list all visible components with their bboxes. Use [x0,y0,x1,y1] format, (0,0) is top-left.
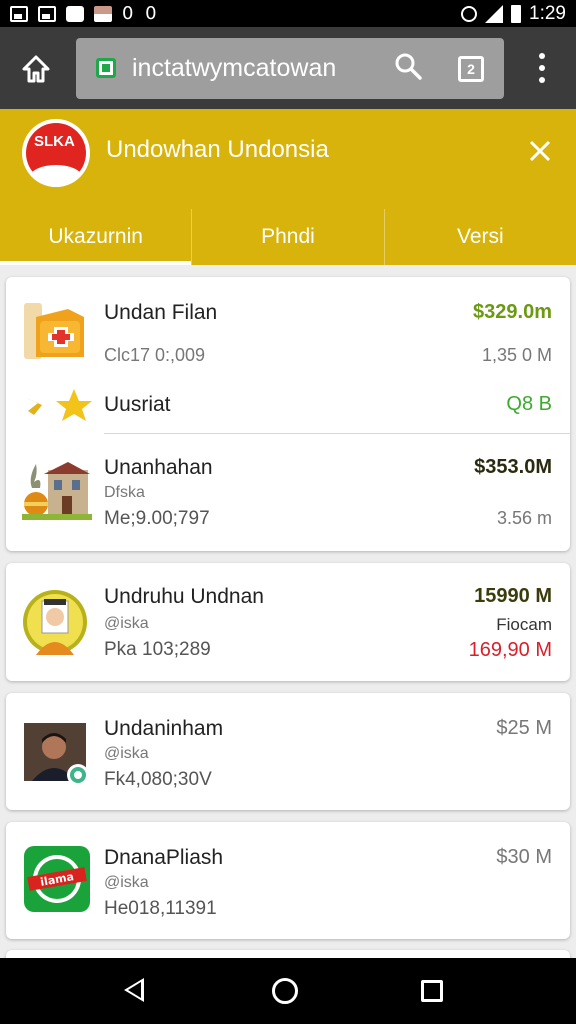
tab-ukazurnin[interactable]: Ukazurnin [0,209,192,265]
item-amount: $329.0m [473,301,552,323]
list-card[interactable]: Undruhu Undnan @iska Pka 103;289 15990 M… [6,563,570,681]
app-logo: SLKA [22,119,90,187]
list-item[interactable]: Undan Filan Clc17 0:,009 $329.0m 1,35 0 … [6,277,570,375]
item-amount-secondary: 3.56 m [496,508,552,528]
item-amount: $30 M [496,846,552,868]
status-bar: 0 0 1:29 [0,0,576,27]
more-icon[interactable] [530,53,554,83]
list-card[interactable]: ilama DnanaPliash @iska He018,11391 $30 … [6,822,570,939]
photo-notification-icon [38,5,56,22]
alarm-icon [461,5,478,22]
item-amount: $353.0M [474,456,552,478]
medical-folder-icon [22,299,88,365]
item-amount-label: Fiocam [496,615,552,634]
item-meta: Fk4,080;30V [104,769,212,790]
item-amount-secondary: 169,90 M [468,639,552,661]
url-text: inctatwymcatowan [132,54,337,82]
tab-bar: Ukazurnin Phndi Versi [0,209,576,265]
star-icon [22,387,92,423]
tabs-icon[interactable]: 2 [458,56,484,82]
item-amount: Q8 B [506,393,552,415]
signal-icon [485,4,504,23]
item-meta: Pka 103;289 [104,639,211,660]
status-text: 0 0 [122,3,160,24]
item-meta: He018,11391 [104,898,217,919]
app-logo-icon: ilama [24,846,90,912]
clock: 1:29 [529,2,566,24]
gallery-notification-icon [10,5,28,22]
app-header: SLKA Undowhan Undonsia Ukazurnin Phndi V… [0,109,576,265]
building-icon [22,460,92,522]
item-name: Undaninham [104,717,224,740]
item-amount-secondary: 1,35 0 M [481,345,552,365]
item-meta: Me;9.00;797 [104,508,210,529]
home-nav-icon[interactable] [272,978,298,1004]
list-card: Undan Filan Clc17 0:,009 $329.0m 1,35 0 … [6,277,570,551]
item-subtitle: @iska [104,745,149,762]
item-subtitle: Dfska [104,484,145,501]
list-item[interactable]: Uusriat Q8 B [6,377,570,433]
person-avatar [22,719,92,789]
item-name: Undruhu Undnan [104,585,264,608]
tab-phndi[interactable]: Phndi [191,209,383,265]
tab-versi[interactable]: Versi [383,209,576,265]
item-name: Uusriat [104,393,171,416]
logo-text: SLKA [34,133,75,150]
item-amount: 15990 M [474,585,552,607]
item-name: Unanhahan [104,456,213,479]
item-amount: $25 M [496,717,552,739]
app-notification-icon [66,5,84,22]
item-meta: Clc17 0:,009 [104,345,206,365]
back-icon[interactable] [124,978,144,1002]
browser-toolbar: inctatwymcatowan 2 [0,27,576,109]
home-icon[interactable] [20,53,52,85]
lock-icon [96,58,116,78]
url-bar[interactable]: inctatwymcatowan 2 [76,38,504,99]
battery-icon [511,4,522,23]
graduate-avatar [22,589,88,655]
list-item[interactable]: Unanhahan Dfska Me;9.00;797 $353.0M 3.56… [6,434,570,551]
item-name: DnanaPliash [104,846,224,869]
item-name: Undan Filan [104,301,218,324]
item-subtitle: @iska [104,874,149,891]
avatar-notification-icon [94,5,112,22]
close-icon[interactable] [526,137,554,165]
navigation-bar [0,958,576,1024]
list-card[interactable]: Undaninham @iska Fk4,080;30V $25 M [6,693,570,810]
search-icon[interactable] [394,52,422,80]
item-subtitle: @iska [104,615,149,632]
app-title: Undowhan Undonsia [106,136,329,163]
recent-apps-icon[interactable] [421,980,443,1002]
